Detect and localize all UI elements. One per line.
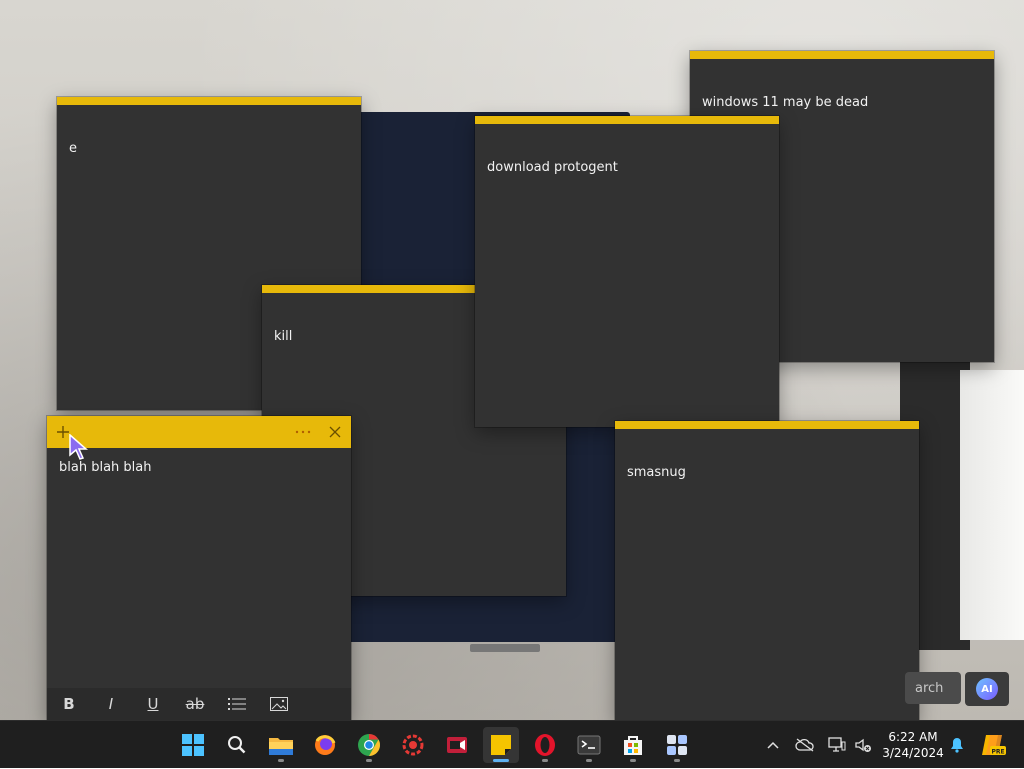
cloud-offline-icon [795, 738, 814, 752]
mouse-cursor-icon [69, 434, 88, 460]
note-text[interactable]: smasnug [627, 465, 686, 480]
onedrive-tray[interactable] [792, 721, 818, 769]
start-button[interactable] [175, 727, 211, 763]
note-top-bar[interactable] [690, 51, 994, 59]
clock-time: 6:22 AM [888, 730, 938, 744]
ai-label: AI [981, 683, 993, 695]
camera-app-button[interactable] [439, 727, 475, 763]
opera-icon [535, 734, 555, 756]
underline-button[interactable]: U [141, 692, 165, 716]
running-indicator [630, 759, 636, 762]
widgets-icon [667, 735, 687, 755]
copilot-badge: PRE [991, 749, 1004, 756]
opera-button[interactable] [527, 727, 563, 763]
running-indicator [674, 759, 680, 762]
more-icon[interactable] [287, 416, 319, 448]
note-top-bar[interactable] [475, 116, 779, 124]
taskbar: 6:22 AM 3/24/2024 PRE [0, 720, 1024, 768]
underline-label: U [147, 695, 159, 713]
note-text[interactable]: kill [274, 329, 292, 344]
chrome-icon [358, 734, 380, 756]
strikethrough-label: ab [185, 695, 205, 713]
active-sticky-note[interactable]: blah blah blah B I U ab [47, 416, 351, 720]
sticky-note[interactable]: smasnug [615, 421, 919, 720]
bold-button[interactable]: B [57, 692, 81, 716]
sticky-note[interactable]: download protogent [475, 116, 779, 427]
desktop-wallpaper: e kill windows 11 may be dead download p… [0, 0, 1024, 720]
bullets-button[interactable] [225, 692, 249, 716]
note-top-bar[interactable] [615, 421, 919, 429]
search-button[interactable] [219, 727, 255, 763]
firefox-icon [315, 735, 336, 755]
search-text: arch [915, 680, 944, 696]
volume-tray[interactable] [850, 721, 876, 769]
network-icon [828, 737, 846, 752]
bell-icon [951, 738, 963, 753]
ai-icon: AI [976, 678, 998, 700]
search-icon [228, 736, 246, 754]
format-toolbar: B I U ab [47, 688, 351, 720]
note-text[interactable]: windows 11 may be dead [702, 95, 868, 110]
gear-icon [402, 734, 424, 756]
image-button[interactable] [267, 692, 291, 716]
note-text[interactable]: e [69, 141, 77, 156]
windows-start-icon [182, 734, 204, 756]
volume-muted-icon [855, 738, 871, 752]
running-indicator [366, 759, 372, 762]
microsoft-store-button[interactable] [615, 727, 651, 763]
note-top-bar[interactable] [57, 97, 361, 105]
bold-label: B [63, 695, 75, 713]
terminal-button[interactable] [571, 727, 607, 763]
ai-assistant-button[interactable]: AI [965, 672, 1009, 706]
image-icon [270, 697, 288, 711]
background-window-light [960, 370, 1024, 640]
store-icon [624, 736, 642, 755]
running-indicator [586, 759, 592, 762]
italic-label: I [108, 695, 114, 713]
clock[interactable]: 6:22 AM 3/24/2024 [880, 729, 946, 761]
strikethrough-button[interactable]: ab [183, 692, 207, 716]
chevron-up-icon [767, 741, 779, 749]
notifications-button[interactable] [946, 721, 968, 769]
running-indicator [278, 759, 284, 762]
note-text[interactable]: download protogent [487, 160, 618, 175]
note-text[interactable]: blah blah blah [59, 460, 151, 475]
chrome-button[interactable] [351, 727, 387, 763]
file-explorer-button[interactable] [263, 727, 299, 763]
sticky-notes-icon [491, 735, 511, 755]
folder-icon [269, 738, 293, 755]
running-indicator [542, 759, 548, 762]
show-hidden-icons-button[interactable] [762, 721, 784, 769]
widgets-app-button[interactable] [659, 727, 695, 763]
firefox-button[interactable] [307, 727, 343, 763]
red-app-button[interactable] [395, 727, 431, 763]
network-tray[interactable] [824, 721, 850, 769]
sticky-notes-button[interactable] [483, 727, 519, 763]
camera-icon [447, 737, 467, 753]
terminal-icon [577, 735, 601, 755]
copilot-icon: PRE [982, 735, 1006, 756]
bullets-icon [228, 698, 246, 710]
search-box-partial[interactable]: arch [905, 672, 961, 704]
italic-button[interactable]: I [99, 692, 123, 716]
close-icon[interactable] [319, 416, 351, 448]
copilot-button[interactable]: PRE [976, 721, 1010, 769]
clock-date: 3/24/2024 [882, 746, 944, 760]
active-indicator [493, 759, 509, 762]
